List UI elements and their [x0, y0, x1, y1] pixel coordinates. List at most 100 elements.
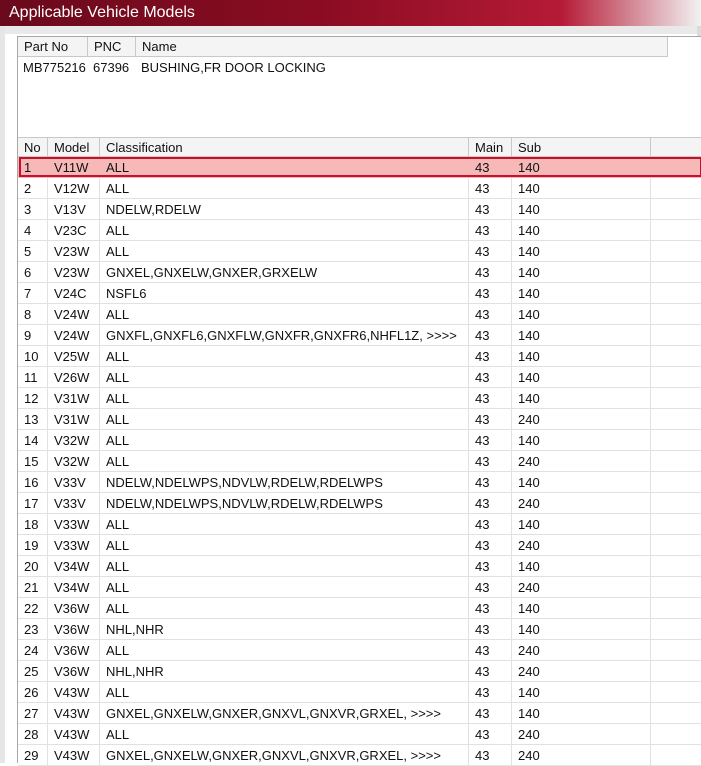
no-column-header[interactable]: No	[18, 138, 48, 157]
row-sub-cell: 140	[512, 682, 651, 703]
part-header: Part No PNC Name	[18, 37, 668, 57]
table-row[interactable]: 16 V33V NDELW,NDELWPS,NDVLW,RDELW,RDELWPS 4…	[18, 472, 701, 493]
row-empty-cell	[651, 220, 701, 241]
row-sub-cell: 140	[512, 556, 651, 577]
main-column-header[interactable]: Main	[469, 138, 512, 157]
row-main-cell: 43	[469, 493, 512, 514]
table-row[interactable]: 10 V25W ALL 43 140	[18, 346, 701, 367]
table-row[interactable]: 25 V36W NHL,NHR 43 240	[18, 661, 701, 682]
window-title-bar[interactable]: Applicable Vehicle Models	[0, 0, 701, 26]
row-no-cell: 6	[18, 262, 48, 283]
row-empty-cell	[651, 241, 701, 262]
row-classification-cell: NDELW,NDELWPS,NDVLW,RDELW,RDELWPS	[100, 472, 469, 493]
table-row[interactable]: 9 V24W GNXFL,GNXFL6,GNXFLW,GNXFR,GNXFR6,NH…	[18, 325, 701, 346]
row-main-cell: 43	[469, 556, 512, 577]
table-row[interactable]: 23 V36W NHL,NHR 43 140	[18, 619, 701, 640]
part-no-column-header[interactable]: Part No	[18, 37, 88, 56]
row-classification-cell: ALL	[100, 535, 469, 556]
row-sub-cell: 140	[512, 472, 651, 493]
row-model-cell: V25W	[48, 346, 100, 367]
table-row[interactable]: 12 V31W ALL 43 140	[18, 388, 701, 409]
row-empty-cell	[651, 178, 701, 199]
row-empty-cell	[651, 661, 701, 682]
table-row[interactable]: 28 V43W ALL 43 240	[18, 724, 701, 745]
table-row[interactable]: 11 V26W ALL 43 140	[18, 367, 701, 388]
row-classification-cell: ALL	[100, 514, 469, 535]
row-main-cell: 43	[469, 199, 512, 220]
row-classification-cell: ALL	[100, 388, 469, 409]
grid-header: No Model Classification Main Sub	[18, 137, 701, 157]
row-main-cell: 43	[469, 241, 512, 262]
row-classification-cell: ALL	[100, 178, 469, 199]
row-no-cell: 27	[18, 703, 48, 724]
table-row[interactable]: 20 V34W ALL 43 140	[18, 556, 701, 577]
row-main-cell: 43	[469, 388, 512, 409]
row-classification-cell: NHL,NHR	[100, 619, 469, 640]
table-row[interactable]: 17 V33V NDELW,NDELWPS,NDVLW,RDELW,RDELWPS 4…	[18, 493, 701, 514]
row-model-cell: V43W	[48, 703, 100, 724]
sub-column-header[interactable]: Sub	[512, 138, 651, 157]
row-empty-cell	[651, 430, 701, 451]
table-row[interactable]: 22 V36W ALL 43 140	[18, 598, 701, 619]
row-no-cell: 1	[18, 157, 48, 178]
row-classification-cell: ALL	[100, 556, 469, 577]
table-row[interactable]: 4 V23C ALL 43 140	[18, 220, 701, 241]
table-row[interactable]: 2 V12W ALL 43 140	[18, 178, 701, 199]
window-left-edge	[0, 26, 5, 763]
table-row[interactable]: 5 V23W ALL 43 140	[18, 241, 701, 262]
table-row[interactable]: 19 V33W ALL 43 240	[18, 535, 701, 556]
row-empty-cell	[651, 304, 701, 325]
row-empty-cell	[651, 409, 701, 430]
row-sub-cell: 140	[512, 262, 651, 283]
row-no-cell: 25	[18, 661, 48, 682]
vehicle-models-grid: No Model Classification Main Sub 1 V11W AL…	[17, 137, 701, 766]
row-classification-cell: ALL	[100, 724, 469, 745]
row-sub-cell: 240	[512, 577, 651, 598]
model-column-header[interactable]: Model	[48, 138, 100, 157]
table-row[interactable]: 24 V36W ALL 43 240	[18, 640, 701, 661]
table-row[interactable]: 3 V13V NDELW,RDELW 43 140	[18, 199, 701, 220]
classification-column-header[interactable]: Classification	[100, 138, 469, 157]
pnc-column-header[interactable]: PNC	[88, 37, 136, 56]
row-sub-cell: 240	[512, 535, 651, 556]
table-row[interactable]: 18 V33W ALL 43 140	[18, 514, 701, 535]
row-model-cell: V23W	[48, 262, 100, 283]
row-no-cell: 14	[18, 430, 48, 451]
row-model-cell: V24C	[48, 283, 100, 304]
row-classification-cell: ALL	[100, 367, 469, 388]
row-classification-cell: NHL,NHR	[100, 661, 469, 682]
table-row[interactable]: 7 V24C NSFL6 43 140	[18, 283, 701, 304]
row-no-cell: 13	[18, 409, 48, 430]
row-sub-cell: 240	[512, 409, 651, 430]
table-row[interactable]: 21 V34W ALL 43 240	[18, 577, 701, 598]
table-row[interactable]: 13 V31W ALL 43 240	[18, 409, 701, 430]
row-empty-cell	[651, 472, 701, 493]
table-row[interactable]: 15 V32W ALL 43 240	[18, 451, 701, 472]
row-empty-cell	[651, 346, 701, 367]
row-model-cell: V43W	[48, 724, 100, 745]
row-no-cell: 23	[18, 619, 48, 640]
table-row[interactable]: 26 V43W ALL 43 140	[18, 682, 701, 703]
row-main-cell: 43	[469, 640, 512, 661]
row-no-cell: 7	[18, 283, 48, 304]
row-main-cell: 43	[469, 661, 512, 682]
table-row[interactable]: 8 V24W ALL 43 140	[18, 304, 701, 325]
row-no-cell: 10	[18, 346, 48, 367]
row-sub-cell: 140	[512, 346, 651, 367]
row-sub-cell: 140	[512, 157, 651, 178]
table-row[interactable]: 27 V43W GNXEL,GNXELW,GNXER,GNXVL,GNXVR,GRX…	[18, 703, 701, 724]
row-no-cell: 24	[18, 640, 48, 661]
row-classification-cell: NDELW,RDELW	[100, 199, 469, 220]
row-classification-cell: ALL	[100, 640, 469, 661]
row-empty-cell	[651, 703, 701, 724]
row-main-cell: 43	[469, 346, 512, 367]
row-sub-cell: 140	[512, 220, 651, 241]
table-row[interactable]: 14 V32W ALL 43 140	[18, 430, 701, 451]
row-no-cell: 8	[18, 304, 48, 325]
row-no-cell: 11	[18, 367, 48, 388]
table-row[interactable]: 1 V11W ALL 43 140	[18, 157, 701, 178]
name-column-header[interactable]: Name	[136, 37, 668, 56]
table-row[interactable]: 6 V23W GNXEL,GNXELW,GNXER,GRXELW 43 140	[18, 262, 701, 283]
row-sub-cell: 140	[512, 619, 651, 640]
row-classification-cell: NDELW,NDELWPS,NDVLW,RDELW,RDELWPS	[100, 493, 469, 514]
